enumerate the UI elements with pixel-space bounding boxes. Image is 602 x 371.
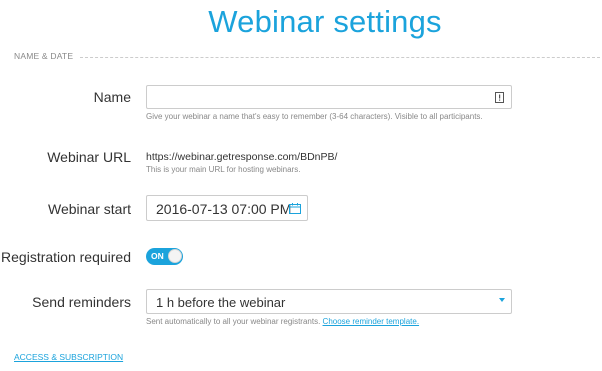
name-field[interactable] <box>146 85 512 109</box>
webinar-start-field[interactable]: 2016-07-13 07:00 PM <box>146 195 308 221</box>
access-subscription-link[interactable]: ACCESS & SUBSCRIPTION <box>14 352 123 362</box>
section-header-name-date: NAME & DATE <box>14 51 600 65</box>
toggle-knob <box>168 249 182 263</box>
section-label: NAME & DATE <box>14 51 74 61</box>
page-title: Webinar settings <box>208 4 442 39</box>
name-label: Name <box>93 89 131 105</box>
reminders-label: Send reminders <box>32 294 131 310</box>
name-helper: Give your webinar a name that's easy to … <box>146 112 483 121</box>
choose-reminder-template-link[interactable]: Choose reminder template. <box>323 317 420 326</box>
reminders-helper-text: Sent automatically to all your webinar r… <box>146 317 321 326</box>
start-label: Webinar start <box>48 201 131 217</box>
section-divider <box>80 57 600 58</box>
info-icon[interactable] <box>493 91 505 103</box>
webinar-url-value: https://webinar.getresponse.com/BDnPB/ <box>146 151 338 163</box>
registration-label: Registration required <box>1 249 131 265</box>
calendar-icon[interactable] <box>288 202 302 215</box>
chevron-down-icon[interactable] <box>499 298 505 302</box>
url-helper: This is your main URL for hosting webina… <box>146 165 301 174</box>
toggle-on-label: ON <box>151 251 164 261</box>
reminders-selected-value: 1 h before the webinar <box>156 295 286 310</box>
reminders-select[interactable]: 1 h before the webinar <box>146 289 512 314</box>
start-date-value: 2016-07-13 07:00 PM <box>156 201 292 217</box>
registration-toggle[interactable]: ON <box>146 248 183 265</box>
reminders-helper: Sent automatically to all your webinar r… <box>146 317 419 326</box>
url-label: Webinar URL <box>47 149 131 165</box>
name-input[interactable] <box>147 86 489 108</box>
